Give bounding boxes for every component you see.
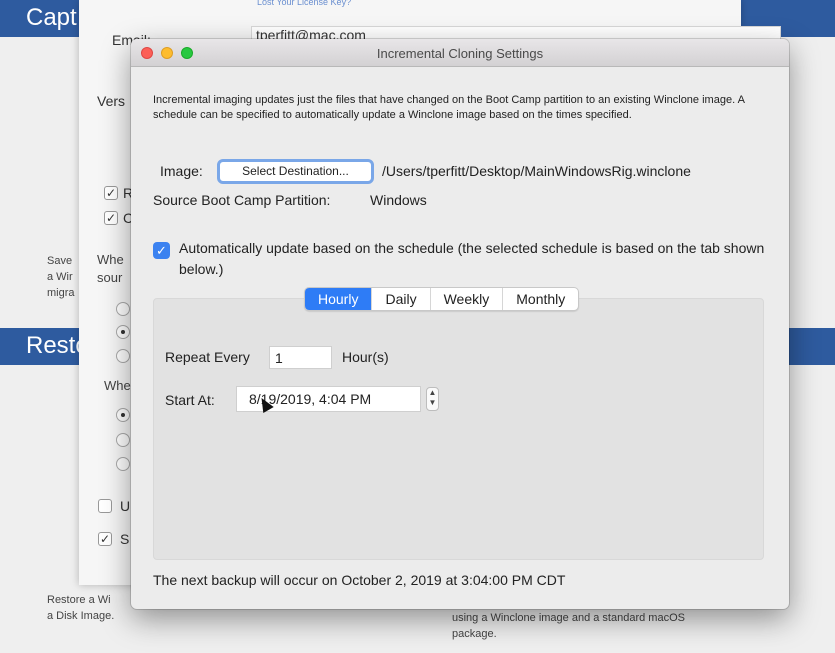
radio-option-4[interactable] xyxy=(116,408,130,422)
save-description: Save a Wir migra xyxy=(47,255,75,299)
tab-weekly[interactable]: Weekly xyxy=(429,288,503,310)
image-path: /Users/tperfitt/Desktop/MainWindowsRig.w… xyxy=(382,163,691,179)
radio-option-1[interactable] xyxy=(116,302,130,316)
select-destination-button[interactable]: Select Destination... xyxy=(217,159,374,184)
title-bar[interactable]: Incremental Cloning Settings xyxy=(131,39,789,67)
image-label: Image: xyxy=(160,163,203,179)
when-source-text: Whe sour xyxy=(97,252,124,285)
repeat-interval-field[interactable]: 1 xyxy=(269,346,332,369)
when-text: Whe xyxy=(104,378,131,393)
restore-description: Restore a Wi a Disk Image. xyxy=(47,594,115,622)
radio-option-3[interactable] xyxy=(116,349,130,363)
repeat-unit-label: Hour(s) xyxy=(342,349,389,365)
date-stepper[interactable]: ▲ ▼ xyxy=(426,387,439,411)
license-link[interactable]: Lost Your License Key? xyxy=(257,0,351,10)
option-u-label: U xyxy=(120,498,131,514)
version-label: Vers xyxy=(97,93,126,109)
source-partition-label: Source Boot Camp Partition: xyxy=(153,192,331,208)
radio-option-6[interactable] xyxy=(116,457,130,471)
incremental-cloning-dialog: Incremental Cloning Settings Incremental… xyxy=(131,39,789,609)
option-c-checkbox[interactable]: ✓ xyxy=(104,211,118,225)
schedule-tab-pane xyxy=(153,298,764,560)
radio-option-5[interactable] xyxy=(116,433,130,447)
tab-daily[interactable]: Daily xyxy=(371,288,429,310)
description-text: Incremental imaging updates just the fil… xyxy=(153,94,745,121)
option-r-checkbox[interactable]: ✓ xyxy=(104,186,118,200)
radio-option-2[interactable] xyxy=(116,325,130,339)
tab-hourly[interactable]: Hourly xyxy=(305,288,372,310)
package-description: using a Winclone image and a standard ma… xyxy=(452,612,685,640)
option-s-label: S xyxy=(120,531,130,547)
auto-update-checkbox[interactable]: ✓ xyxy=(153,242,170,259)
dialog-title: Incremental Cloning Settings xyxy=(376,46,544,61)
tab-monthly[interactable]: Monthly xyxy=(502,288,578,310)
schedule-tabs: Hourly Daily Weekly Monthly xyxy=(304,287,580,311)
next-backup-text: The next backup will occur on October 2,… xyxy=(153,572,566,588)
auto-update-label: Automatically update based on the schedu… xyxy=(179,240,765,277)
option-u-checkbox[interactable] xyxy=(98,499,112,513)
source-partition-value: Windows xyxy=(370,192,427,208)
start-at-label: Start At: xyxy=(165,392,215,408)
repeat-every-label: Repeat Every xyxy=(165,349,250,365)
option-s-checkbox[interactable]: ✓ xyxy=(98,532,112,546)
